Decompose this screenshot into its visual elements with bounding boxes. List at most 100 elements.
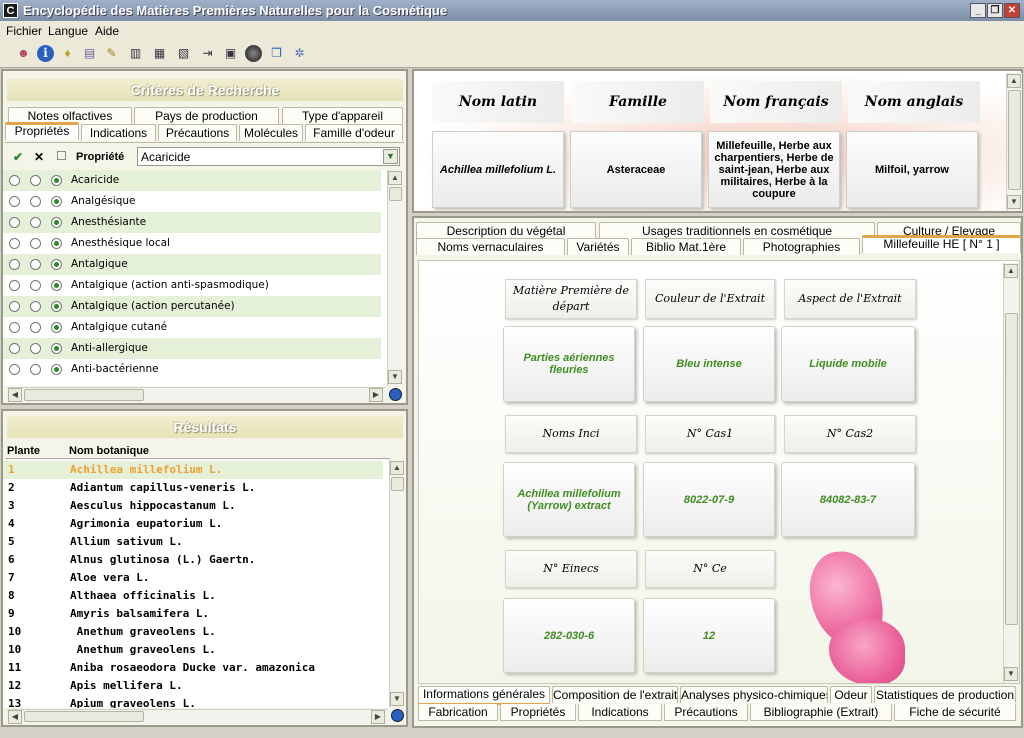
scroll-down-icon[interactable]: ▼ xyxy=(390,692,404,706)
result-row[interactable]: 7 Aloe vera L. xyxy=(3,569,383,587)
property-row[interactable]: Acaricide xyxy=(3,170,381,191)
check-all-icon[interactable]: ✔ xyxy=(13,150,23,164)
ignore-radio[interactable] xyxy=(51,196,62,207)
result-row[interactable]: 4 Agrimonia eupatorium L. xyxy=(3,515,383,533)
result-row[interactable]: 8 Althaea officinalis L. xyxy=(3,587,383,605)
result-row[interactable]: 5 Allium sativum L. xyxy=(3,533,383,551)
exclude-radio[interactable] xyxy=(30,280,41,291)
property-row[interactable]: Anesthésiante xyxy=(3,212,381,233)
tab-usages-traditionnels[interactable]: Usages traditionnels en cosmétique xyxy=(599,222,875,239)
include-radio[interactable] xyxy=(9,217,20,228)
chevron-down-icon[interactable]: ▼ xyxy=(383,149,398,164)
clear-all-icon[interactable]: ☐ xyxy=(56,149,67,163)
include-radio[interactable] xyxy=(9,175,20,186)
scroll-right-icon[interactable]: ▶ xyxy=(369,388,383,402)
cards-icon[interactable]: ▤ xyxy=(81,45,98,62)
users-icon[interactable]: ☻ xyxy=(15,45,32,62)
tab-fiche-securite[interactable]: Fiche de sécurité xyxy=(894,704,1016,721)
include-radio[interactable] xyxy=(9,259,20,270)
scroll-right-icon[interactable]: ▶ xyxy=(371,710,385,724)
ignore-radio[interactable] xyxy=(51,322,62,333)
scroll-left-icon[interactable]: ◀ xyxy=(8,388,22,402)
tab-noms-vernaculaires[interactable]: Noms vernaculaires xyxy=(416,238,565,255)
tab-molecules[interactable]: Molécules xyxy=(239,124,303,141)
scroll-up-icon[interactable]: ▲ xyxy=(388,171,402,185)
exclude-radio[interactable] xyxy=(30,217,41,228)
scroll-thumb[interactable] xyxy=(1008,90,1021,190)
tab-famille-odeur[interactable]: Famille d'odeur xyxy=(305,124,403,141)
hscroll-thumb[interactable] xyxy=(24,389,144,401)
close-button[interactable]: ✕ xyxy=(1004,3,1020,18)
menu-aide[interactable]: Aide xyxy=(95,24,119,38)
tab-precautions-extrait[interactable]: Précautions xyxy=(664,704,748,721)
tab-precautions[interactable]: Précautions xyxy=(158,124,237,141)
include-radio[interactable] xyxy=(9,343,20,354)
property-row[interactable]: Antalgique xyxy=(3,254,381,275)
property-hscrollbar[interactable]: ◀ ▶ xyxy=(7,387,385,402)
tab-statistiques[interactable]: Statistiques de production xyxy=(874,686,1016,703)
grid-icon[interactable]: ▧ xyxy=(175,45,192,62)
tab-bibliographie-extrait[interactable]: Bibliographie (Extrait) xyxy=(750,704,892,721)
names-scrollbar[interactable]: ▲ ▼ xyxy=(1006,73,1022,211)
include-radio[interactable] xyxy=(9,364,20,375)
tab-proprietes-extrait[interactable]: Propriétés xyxy=(500,704,576,721)
results-hscrollbar[interactable]: ◀ ▶ xyxy=(7,709,387,724)
ignore-radio[interactable] xyxy=(51,175,62,186)
tab-description-vegetal[interactable]: Description du végétal xyxy=(416,222,596,239)
tab-varietes[interactable]: Variétés xyxy=(567,238,629,255)
ignore-radio[interactable] xyxy=(51,217,62,228)
tab-biblio-mat[interactable]: Biblio Mat.1ère xyxy=(631,238,741,255)
scroll-thumb[interactable] xyxy=(1005,313,1018,625)
result-row[interactable]: 9 Amyris balsamifera L. xyxy=(3,605,383,623)
tab-photographies[interactable]: Photographies xyxy=(743,238,860,255)
scroll-down-icon[interactable]: ▼ xyxy=(1007,195,1021,209)
result-row[interactable]: 13 Apium graveolens L. xyxy=(3,695,383,708)
exclude-radio[interactable] xyxy=(30,259,41,270)
include-radio[interactable] xyxy=(9,238,20,249)
scroll-up-icon[interactable]: ▲ xyxy=(1007,74,1021,88)
tab-indications-extrait[interactable]: Indications xyxy=(578,704,662,721)
result-row[interactable]: 6 Alnus glutinosa (L.) Gaertn. xyxy=(3,551,383,569)
exclude-radio[interactable] xyxy=(30,196,41,207)
property-row[interactable]: Anti-allergique xyxy=(3,338,381,359)
include-radio[interactable] xyxy=(9,322,20,333)
scroll-thumb[interactable] xyxy=(391,477,404,491)
include-radio[interactable] xyxy=(9,196,20,207)
property-row[interactable]: Antalgique cutané xyxy=(3,317,381,338)
ignore-radio[interactable] xyxy=(51,343,62,354)
result-row[interactable]: 11 Aniba rosaeodora Ducke var. amazonica xyxy=(3,659,383,677)
tab-analyses[interactable]: Analyses physico-chimiques xyxy=(680,686,828,703)
exclude-radio[interactable] xyxy=(30,364,41,375)
ignore-radio[interactable] xyxy=(51,238,62,249)
tab-type-appareil[interactable]: Type d'appareil xyxy=(282,107,403,124)
results-scrollbar[interactable]: ▲ ▼ xyxy=(389,460,405,708)
exclude-radio[interactable] xyxy=(30,238,41,249)
gear-icon[interactable]: ✲ xyxy=(291,45,308,62)
property-list-scrollbar[interactable]: ▲ ▼ xyxy=(387,170,403,386)
scroll-left-icon[interactable]: ◀ xyxy=(8,710,22,724)
scroll-down-icon[interactable]: ▼ xyxy=(388,370,402,384)
tab-fabrication[interactable]: Fabrication xyxy=(418,704,498,721)
ignore-radio[interactable] xyxy=(51,301,62,312)
result-row[interactable]: 2 Adiantum capillus-veneris L. xyxy=(3,479,383,497)
globe-icon[interactable] xyxy=(245,45,262,62)
exclude-radio[interactable] xyxy=(30,343,41,354)
bulb-icon[interactable]: ♦ xyxy=(59,45,76,62)
tab-millefeuille-he[interactable]: Millefeuille HE [ N° 1 ] xyxy=(862,235,1021,253)
tab-pays-production[interactable]: Pays de production xyxy=(134,107,279,124)
menu-langue[interactable]: Langue xyxy=(48,24,88,38)
scroll-thumb[interactable] xyxy=(389,187,402,201)
scroll-down-icon[interactable]: ▼ xyxy=(1004,667,1018,681)
tab-proprietes[interactable]: Propriétés xyxy=(5,122,79,140)
minimize-button[interactable]: _ xyxy=(970,3,986,18)
exclude-radio[interactable] xyxy=(30,175,41,186)
result-row[interactable]: 12 Apis mellifera L. xyxy=(3,677,383,695)
book-icon[interactable]: ❐ xyxy=(268,45,285,62)
refresh-icon[interactable] xyxy=(389,388,402,401)
property-row[interactable]: Antalgique (action anti-spasmodique) xyxy=(3,275,381,296)
tab-composition-extrait[interactable]: Composition de l'extrait xyxy=(552,686,678,703)
refresh-icon[interactable] xyxy=(391,709,404,722)
scroll-up-icon[interactable]: ▲ xyxy=(1004,264,1018,278)
import-icon[interactable]: ⇥ xyxy=(199,45,216,62)
result-row[interactable]: 10 Anethum graveolens L. xyxy=(3,641,383,659)
